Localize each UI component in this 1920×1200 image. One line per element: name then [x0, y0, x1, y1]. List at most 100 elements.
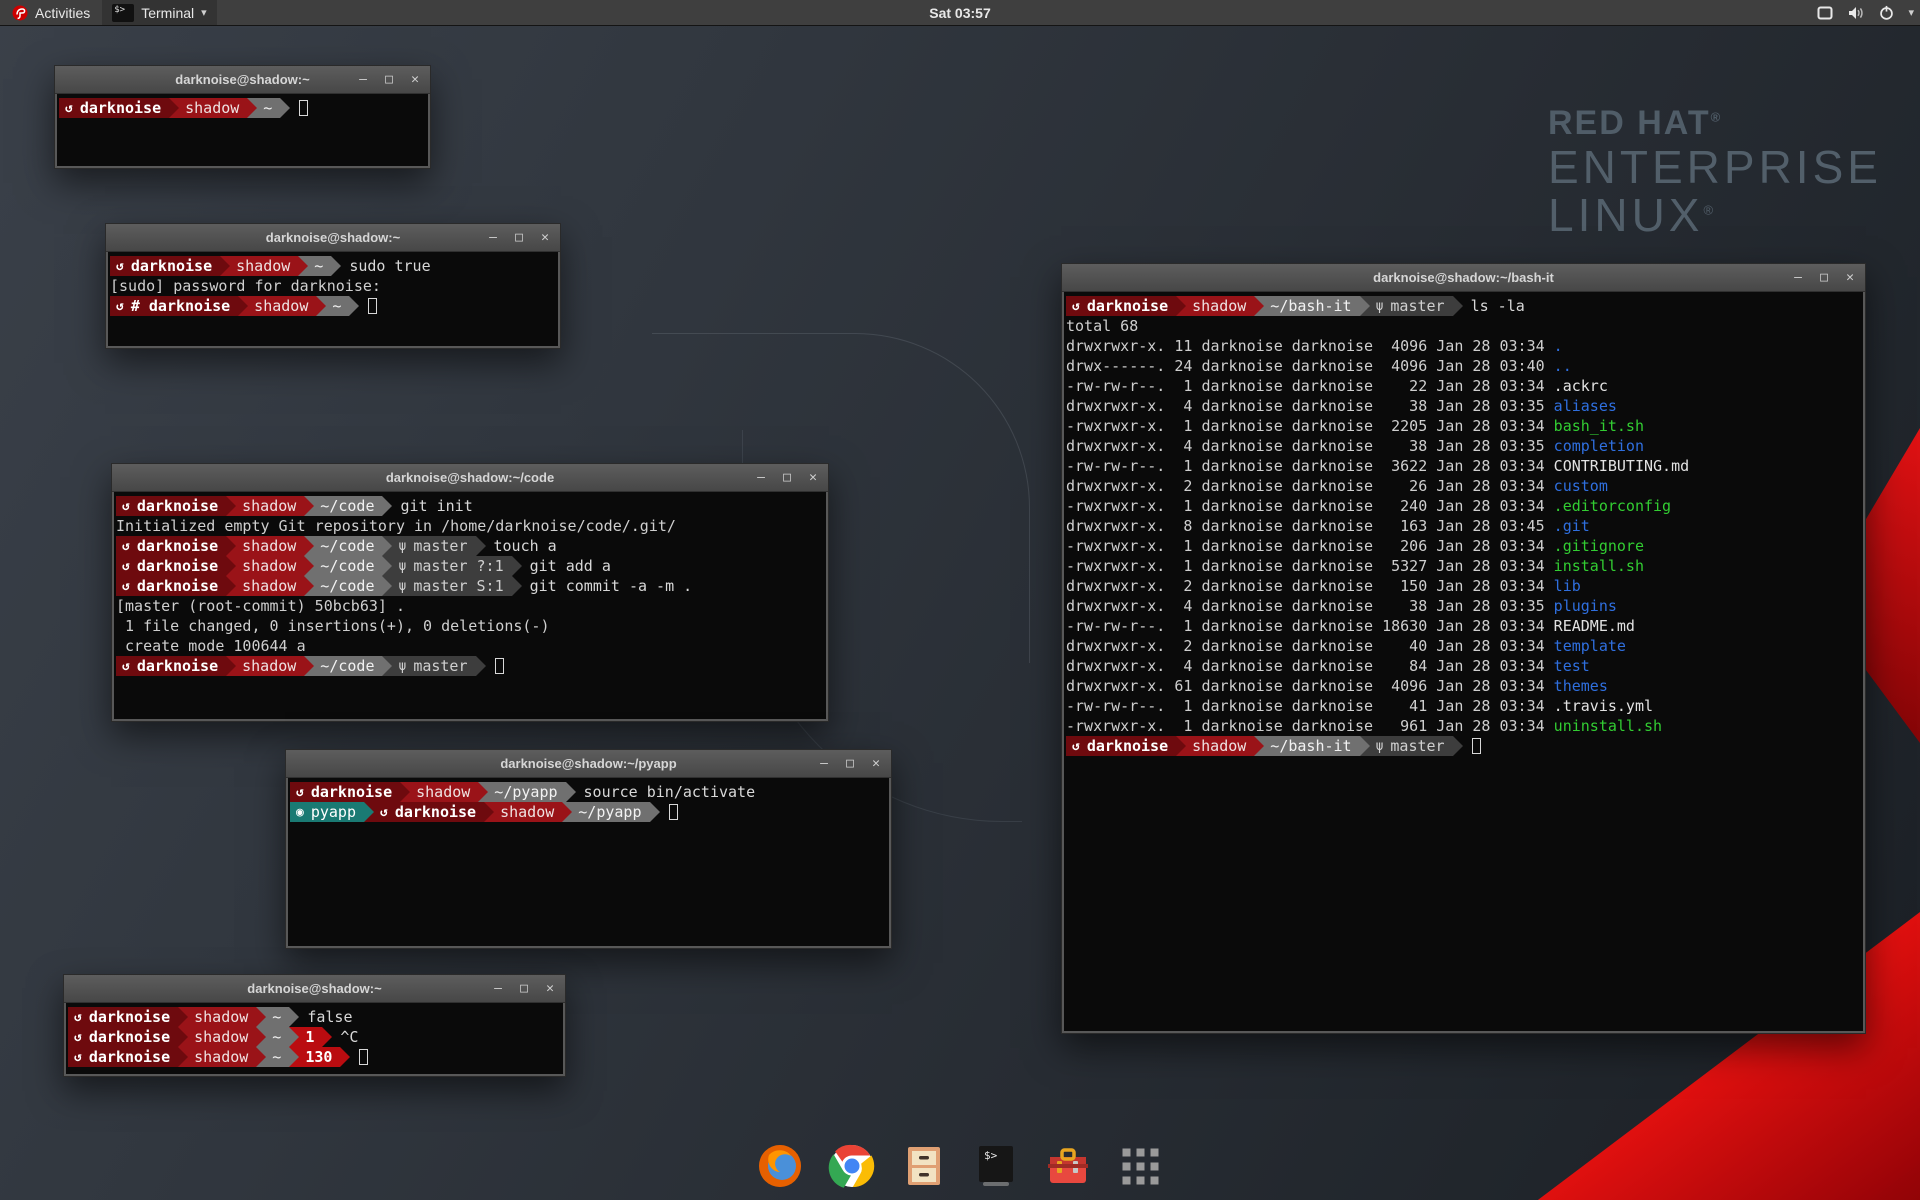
terminal-app-icon: $>: [112, 4, 134, 22]
prompt-segment-path: ~/code: [314, 656, 382, 676]
maximize-button[interactable]: □: [843, 756, 857, 771]
maximize-button[interactable]: □: [780, 470, 794, 485]
prompt-segment-host: shadow: [188, 1027, 256, 1047]
prompt-segment-host: shadow: [188, 1007, 256, 1027]
minimize-button[interactable]: –: [817, 756, 831, 771]
system-status-area[interactable]: ▾: [1817, 5, 1914, 20]
toolbox-icon: [1044, 1142, 1092, 1195]
minimize-button[interactable]: –: [491, 981, 505, 996]
prompt-segment-path: ~/bash-it: [1264, 296, 1359, 316]
maximize-button[interactable]: □: [1817, 270, 1831, 285]
terminal-prompt-line: ↺darknoiseshadow~130: [68, 1047, 563, 1067]
fedora-icon: [12, 5, 28, 21]
activities-button[interactable]: Activities: [0, 0, 102, 25]
command-text: source bin/activate: [584, 782, 756, 802]
minimize-button[interactable]: –: [356, 72, 370, 87]
maximize-button[interactable]: □: [517, 981, 531, 996]
terminal-prompt-line: ↺# darknoiseshadow~: [110, 296, 558, 316]
file-name: bash_it.sh: [1554, 416, 1644, 436]
minimize-button[interactable]: –: [486, 230, 500, 245]
close-button[interactable]: ✕: [543, 981, 557, 996]
dock-item-toolbox[interactable]: [1042, 1142, 1094, 1194]
clock[interactable]: Sat 03:57: [929, 5, 990, 21]
window-titlebar[interactable]: darknoise@shadow:~–□✕: [106, 224, 560, 252]
window-titlebar[interactable]: darknoise@shadow:~/code–□ ✕: [112, 464, 828, 492]
files-icon: [900, 1142, 948, 1195]
terminal-icon: $>: [972, 1142, 1020, 1195]
fedora-prompt-icon: ↺: [116, 259, 124, 274]
minimize-button[interactable]: –: [754, 470, 768, 485]
powerline-separator-icon: [1176, 736, 1186, 756]
git-branch-icon: ψ: [398, 579, 406, 594]
dock-item-files[interactable]: [898, 1142, 950, 1194]
window-titlebar[interactable]: darknoise@shadow:~–□✕: [55, 66, 430, 94]
powerline-separator-icon: [476, 536, 486, 556]
file-name: README.md: [1554, 616, 1635, 636]
window-title: darknoise@shadow:~: [64, 981, 565, 996]
powerline-separator-icon: [1453, 736, 1463, 756]
terminal-content[interactable]: ↺darknoiseshadow~: [55, 94, 430, 168]
maximize-button[interactable]: □: [512, 230, 526, 245]
prompt-segment-host: shadow: [230, 256, 298, 276]
minimize-button[interactable]: –: [1791, 270, 1805, 285]
prompt-segment-git: ψmaster: [1370, 736, 1453, 756]
close-button[interactable]: ✕: [869, 756, 883, 771]
maximize-button[interactable]: □: [382, 72, 396, 87]
file-listing-fields: -rwxrwxr-x. 1 darknoise darknoise 240 Ja…: [1066, 496, 1554, 516]
terminal-cursor: [669, 804, 678, 820]
terminal-output-line: Initialized empty Git repository in /hom…: [116, 516, 826, 536]
power-icon: [1879, 5, 1894, 20]
powerline-separator-icon: [562, 802, 572, 822]
file-listing-row: -rwxrwxr-x. 1 darknoise darknoise 2205 J…: [1066, 416, 1863, 436]
terminal-prompt-line: ↺darknoiseshadow~1^C: [68, 1027, 563, 1047]
file-listing-row: -rw-rw-r--. 1 darknoise darknoise 41 Jan…: [1066, 696, 1863, 716]
dock-item-firefox[interactable]: [754, 1142, 806, 1194]
app-menu-button[interactable]: $> Terminal ▾: [102, 0, 216, 25]
terminal-content[interactable]: ↺darknoiseshadow~/codegit initInitialize…: [112, 492, 828, 721]
dock-item-app-grid[interactable]: [1114, 1142, 1166, 1194]
powerline-separator-icon: [1176, 296, 1186, 316]
window-titlebar[interactable]: darknoise@shadow:~/pyapp–□✕: [286, 750, 891, 778]
terminal-prompt-line: ↺darknoiseshadow~: [59, 98, 428, 118]
chevron-down-icon: ▾: [1908, 6, 1914, 19]
fedora-prompt-icon: ↺: [1072, 739, 1080, 754]
powerline-separator-icon: [289, 1007, 299, 1027]
prompt-segment-user: ↺darknoise: [110, 256, 220, 276]
close-button[interactable]: ✕: [538, 230, 552, 245]
window-title: darknoise@shadow:~/code: [112, 470, 828, 485]
powerline-separator-icon: [280, 98, 290, 118]
prompt-segment-user: ↺darknoise: [1066, 296, 1176, 316]
file-listing-fields: -rwxrwxr-x. 1 darknoise darknoise 206 Ja…: [1066, 536, 1554, 556]
terminal-window: darknoise@shadow:~/bash-it–□✕↺darknoises…: [1061, 263, 1866, 1034]
terminal-prompt-line: ↺darknoiseshadow~/codegit init: [116, 496, 826, 516]
prompt-segment-host: shadow: [494, 802, 562, 822]
window-titlebar[interactable]: darknoise@shadow:~/bash-it–□✕: [1062, 264, 1865, 292]
terminal-window: darknoise@shadow:~/code–□ ✕ ↺darknoiseshad…: [111, 463, 829, 722]
terminal-content[interactable]: ↺darknoiseshadow~false↺darknoiseshadow~1…: [64, 1003, 565, 1076]
window-titlebar[interactable]: darknoise@shadow:~–□ ✕: [64, 975, 565, 1003]
file-listing-row: drwx------. 24 darknoise darknoise 4096 …: [1066, 356, 1863, 376]
powerline-separator-icon: [512, 576, 522, 596]
powerline-separator-icon: [256, 1047, 266, 1067]
window-controls: –□ ✕: [754, 470, 820, 485]
terminal-content[interactable]: ↺darknoiseshadow~/pyappsource bin/activa…: [286, 778, 891, 948]
fedora-prompt-icon: ↺: [65, 101, 73, 116]
dock-item-terminal[interactable]: $>: [970, 1142, 1022, 1194]
powerline-separator-icon: [400, 782, 410, 802]
close-button[interactable]: ✕: [1843, 270, 1857, 285]
terminal-cursor: [299, 100, 308, 116]
fedora-prompt-icon: ↺: [122, 559, 130, 574]
close-button[interactable]: ✕: [806, 470, 820, 485]
dock-item-chrome[interactable]: [826, 1142, 878, 1194]
powerline-separator-icon: [178, 1047, 188, 1067]
svg-text:$>: $>: [984, 1149, 998, 1162]
terminal-prompt-line: ↺darknoiseshadow~sudo true: [110, 256, 558, 276]
terminal-content[interactable]: ↺darknoiseshadow~/bash-itψmasterls -lato…: [1062, 292, 1865, 1033]
close-button[interactable]: ✕: [408, 72, 422, 87]
prompt-segment-host: shadow: [179, 98, 247, 118]
file-listing-fields: -rw-rw-r--. 1 darknoise darknoise 3622 J…: [1066, 456, 1554, 476]
file-listing-fields: drwxrwxr-x. 4 darknoise darknoise 38 Jan…: [1066, 396, 1554, 416]
terminal-output-line: create mode 100644 a: [116, 636, 826, 656]
prompt-segment-path: ~: [266, 1007, 289, 1027]
terminal-content[interactable]: ↺darknoiseshadow~sudo true[sudo] passwor…: [106, 252, 560, 348]
